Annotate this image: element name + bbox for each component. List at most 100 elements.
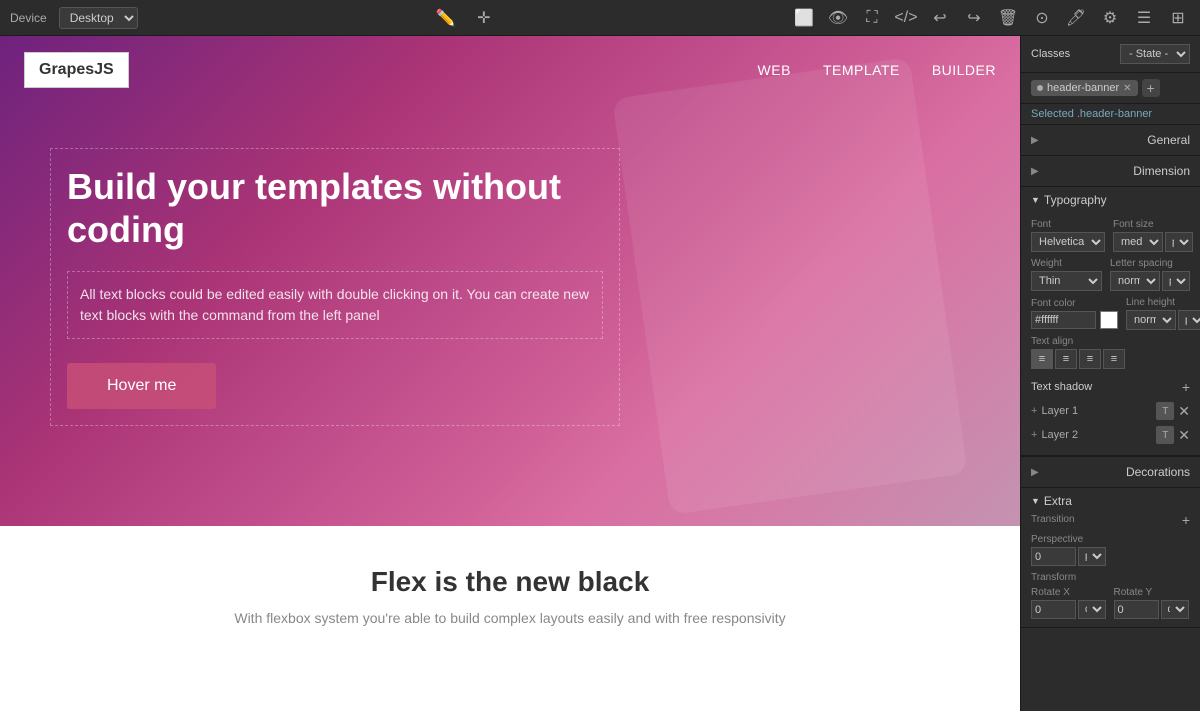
font-color-input[interactable] [1031, 311, 1096, 329]
typography-label: Typography [1044, 193, 1107, 207]
font-size-select[interactable]: medium [1113, 232, 1163, 252]
tag-row: header-banner ✕ + [1021, 73, 1200, 104]
top-toolbar: Device Desktop Tablet Mobile ✏️ ✛ ⬜ 👁 ⛶ … [0, 0, 1200, 36]
site-header: GrapesJS WEB TEMPLATE BUILDER [0, 36, 1020, 104]
nav-web[interactable]: WEB [758, 62, 791, 78]
rotate-x-unit[interactable]: deg [1078, 600, 1106, 619]
hero-banner[interactable]: GrapesJS WEB TEMPLATE BUILDER Build your… [0, 36, 1020, 526]
general-arrow: ▶ [1031, 135, 1039, 146]
nav-template[interactable]: TEMPLATE [823, 62, 900, 78]
dimension-label: Dimension [1133, 164, 1190, 178]
font-size-label: Font size [1113, 219, 1193, 230]
rotate-y-unit[interactable]: deg [1161, 600, 1189, 619]
transform-section: Transform Rotate X deg [1031, 572, 1190, 619]
move-icon[interactable]: ✛ [472, 6, 496, 30]
perspective-label: Perspective [1031, 534, 1106, 545]
decorations-section: ▶ Decorations [1021, 457, 1200, 488]
class-tag-label: header-banner [1047, 82, 1119, 94]
site-logo: GrapesJS [24, 52, 129, 88]
state-dropdown[interactable]: - State - [1120, 44, 1190, 64]
hero-title: Build your templates without coding [67, 165, 603, 251]
font-color-label: Font color [1031, 298, 1118, 309]
color-row-inner [1031, 311, 1118, 329]
layer2-remove-button[interactable]: ✕ [1178, 427, 1190, 444]
eye-icon[interactable]: 👁 [826, 6, 850, 30]
font-select[interactable]: Helvetica [1031, 232, 1105, 252]
weight-row: Weight Thin Letter spacing normal px [1031, 258, 1190, 291]
fullscreen-icon[interactable]: ⛶ [860, 6, 884, 30]
align-justify-button[interactable]: ≡ [1103, 349, 1125, 369]
general-label: General [1147, 133, 1190, 147]
device-select[interactable]: Desktop Tablet Mobile [59, 7, 138, 29]
device-label: Device [10, 11, 47, 25]
perspective-unit[interactable]: px [1078, 547, 1106, 566]
font-label: Font [1031, 219, 1105, 230]
align-left-button[interactable]: ≡ [1031, 349, 1053, 369]
font-size-col: Font size medium px [1113, 219, 1193, 252]
dimension-arrow: ▶ [1031, 166, 1039, 177]
hero-content: Build your templates without coding All … [50, 148, 620, 426]
font-color-col: Font color [1031, 298, 1118, 329]
transform-label: Transform [1031, 572, 1190, 583]
letter-spacing-select[interactable]: normal [1110, 271, 1160, 291]
line-height-select[interactable]: normal [1126, 310, 1176, 330]
extra-section: ▼ Extra Transition + Perspective [1021, 488, 1200, 628]
menu-icon[interactable]: ☰ [1132, 6, 1156, 30]
font-col: Font Helvetica [1031, 219, 1105, 252]
layer1-plus[interactable]: + [1031, 405, 1037, 417]
text-shadow-header: Text shadow + [1031, 375, 1190, 399]
rotate-y-label: Rotate Y [1114, 587, 1191, 598]
rotate-x-input[interactable] [1031, 600, 1076, 619]
align-row: ≡ ≡ ≡ ≡ [1031, 349, 1190, 369]
weight-select[interactable]: Thin [1031, 271, 1102, 291]
class-tag-remove[interactable]: ✕ [1123, 83, 1131, 94]
layer2-edit-button[interactable]: T [1156, 426, 1174, 444]
add-class-button[interactable]: + [1142, 79, 1160, 97]
crop-icon[interactable]: ⬜ [792, 6, 816, 30]
align-center-button[interactable]: ≡ [1055, 349, 1077, 369]
redo-icon[interactable]: ↪ [962, 6, 986, 30]
settings-icon[interactable]: ⚙ [1098, 6, 1122, 30]
typography-section-header[interactable]: ▼ Typography [1021, 187, 1200, 211]
undo-icon[interactable]: ↩ [928, 6, 952, 30]
selected-label: Selected [1031, 108, 1074, 120]
hover-button[interactable]: Hover me [67, 363, 216, 409]
nav-builder[interactable]: BUILDER [932, 62, 996, 78]
hero-desc-box: All text blocks could be edited easily w… [67, 271, 603, 339]
text-align-label: Text align [1031, 336, 1190, 347]
grid-icon[interactable]: ⊞ [1166, 6, 1190, 30]
pencil-icon[interactable]: 🖊 [1064, 6, 1088, 30]
general-section-header[interactable]: ▶ General [1021, 125, 1200, 155]
transition-col: Transition [1031, 514, 1075, 527]
class-tag-dot [1037, 85, 1043, 91]
classes-row: Classes - State - [1021, 36, 1200, 73]
shadow-layer-2: + Layer 2 T ✕ [1031, 423, 1190, 447]
site-nav: WEB TEMPLATE BUILDER [758, 62, 996, 78]
extra-label: Extra [1044, 494, 1072, 508]
add-shadow-button[interactable]: + [1182, 379, 1190, 395]
align-right-button[interactable]: ≡ [1079, 349, 1101, 369]
letter-spacing-unit[interactable]: px [1162, 271, 1190, 291]
font-size-unit[interactable]: px [1165, 232, 1193, 252]
layer1-remove-button[interactable]: ✕ [1178, 403, 1190, 420]
decorations-label: Decorations [1126, 465, 1190, 479]
code-icon[interactable]: </> [894, 6, 918, 30]
preview-container: GrapesJS WEB TEMPLATE BUILDER Build your… [0, 36, 1020, 711]
add-transition-button[interactable]: + [1182, 512, 1190, 528]
rotate-y-input[interactable] [1114, 600, 1159, 619]
github-icon[interactable]: ⊙ [1030, 6, 1054, 30]
perspective-input[interactable] [1031, 547, 1076, 566]
decorations-section-header[interactable]: ▶ Decorations [1021, 457, 1200, 487]
edit-icon[interactable]: ✏️ [434, 6, 458, 30]
rotate-x-label: Rotate X [1031, 587, 1108, 598]
toolbar-right: ⬜ 👁 ⛶ </> ↩ ↪ 🗑 ⊙ 🖊 ⚙ ☰ ⊞ [792, 6, 1190, 30]
dimension-section-header[interactable]: ▶ Dimension [1021, 156, 1200, 186]
color-swatch[interactable] [1100, 311, 1118, 329]
line-height-unit[interactable]: px [1178, 310, 1200, 330]
layer2-plus[interactable]: + [1031, 429, 1037, 441]
extra-section-header[interactable]: ▼ Extra [1021, 488, 1200, 512]
layer1-edit-button[interactable]: T [1156, 402, 1174, 420]
typography-section: ▼ Typography Font Helvetica Font size [1021, 187, 1200, 457]
weight-label: Weight [1031, 258, 1102, 269]
delete-icon[interactable]: 🗑 [996, 6, 1020, 30]
